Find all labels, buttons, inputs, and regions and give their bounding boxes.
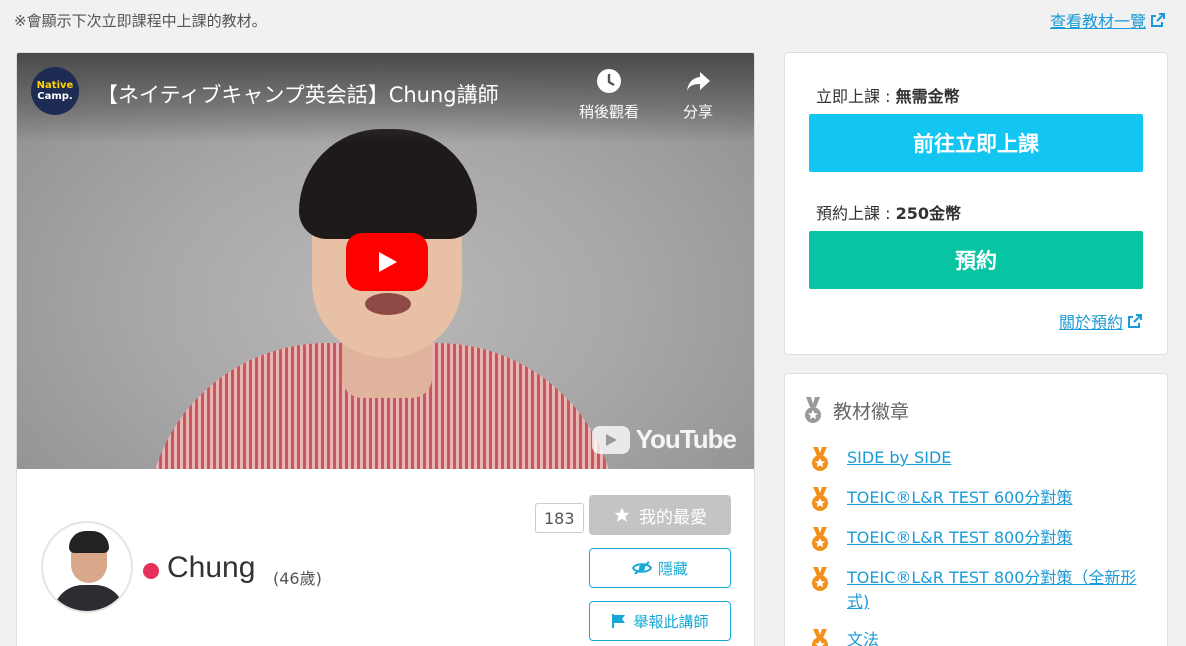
- list-item: TOEIC®L&R TEST 800分對策（全新形式): [809, 566, 1149, 614]
- watch-later-button[interactable]: 稍後觀看: [579, 67, 639, 122]
- about-reservation-label: 關於預約: [1058, 313, 1123, 332]
- youtube-wordmark: YouTube: [635, 424, 737, 454]
- video-person-hair: [299, 129, 477, 239]
- report-label: 舉報此講師: [633, 612, 709, 631]
- list-item: TOEIC®L&R TEST 800分對策: [809, 526, 1149, 552]
- watch-later-label: 稍後觀看: [579, 103, 640, 121]
- external-link-icon: [1151, 13, 1165, 27]
- favorite-button[interactable]: 我的最愛: [589, 495, 731, 535]
- badge-medal-icon: [812, 567, 828, 591]
- badge-medal-icon: [805, 397, 821, 423]
- youtube-logo[interactable]: YouTube: [591, 424, 737, 455]
- share-button[interactable]: 分享: [683, 67, 713, 122]
- instant-lesson-price: 立即上課 : 無需金幣: [816, 87, 960, 106]
- badge-medal-icon: [812, 629, 828, 646]
- channel-logo[interactable]: Native Camp.: [31, 67, 79, 115]
- material-badges-card: 教材徽章 SIDE by SIDE TOEIC®L&R TEST 600分對策 …: [784, 373, 1168, 646]
- eye-slash-icon: [631, 561, 652, 575]
- external-link-icon: [1128, 314, 1142, 328]
- badges-title: 教材徽章: [833, 400, 910, 423]
- teacher-profile: Chung (46歲) 183 我的最愛 隱藏 舉報此講師: [17, 469, 754, 646]
- favorite-count: 183: [535, 503, 584, 533]
- teacher-avatar[interactable]: [41, 521, 133, 613]
- teacher-card: Native Camp. 【ネイティブキャンプ英会話】Chung講師 稍後觀看 …: [16, 52, 755, 646]
- intro-video[interactable]: Native Camp. 【ネイティブキャンプ英会話】Chung講師 稍後觀看 …: [17, 53, 754, 469]
- about-reservation-link[interactable]: 關於預約: [1059, 309, 1143, 333]
- badge-medal-icon: [812, 447, 828, 471]
- badge-medal-icon: [812, 527, 828, 551]
- badge-link[interactable]: TOEIC®L&R TEST 800分對策（全新形式): [847, 566, 1149, 614]
- share-arrow-icon: [687, 72, 710, 91]
- badges-header: 教材徽章: [803, 396, 909, 424]
- list-item: 文法: [809, 628, 1149, 646]
- materials-notice: ※會顯示下次立即課程中上課的教材。: [14, 12, 267, 30]
- badge-link[interactable]: SIDE by SIDE: [847, 446, 951, 470]
- booking-card: 立即上課 : 無需金幣 前往立即上課 預約上課 : 250金幣 預約 關於預約: [784, 52, 1168, 355]
- instant-lesson-button[interactable]: 前往立即上課: [809, 114, 1143, 172]
- badge-link[interactable]: TOEIC®L&R TEST 600分對策: [847, 486, 1072, 510]
- badge-list: SIDE by SIDE TOEIC®L&R TEST 600分對策 TOEIC…: [809, 446, 1149, 646]
- online-status-dot: [143, 563, 159, 579]
- video-person-mouth: [365, 293, 411, 315]
- hide-label: 隱藏: [657, 559, 688, 578]
- youtube-play-icon: [591, 425, 630, 454]
- badge-link[interactable]: TOEIC®L&R TEST 800分對策: [847, 526, 1072, 550]
- reserve-button[interactable]: 預約: [809, 231, 1143, 289]
- favorite-label: 我的最愛: [639, 507, 707, 528]
- badge-link[interactable]: 文法: [847, 628, 879, 646]
- list-item: SIDE by SIDE: [809, 446, 1149, 472]
- badge-medal-icon: [812, 487, 828, 511]
- reserve-lesson-price: 預約上課 : 250金幣: [816, 204, 961, 223]
- play-icon: [379, 252, 397, 272]
- view-materials-label: 查看教材一覽: [1049, 12, 1146, 31]
- list-item: TOEIC®L&R TEST 600分對策: [809, 486, 1149, 512]
- teacher-name: Chung: [167, 551, 256, 584]
- clock-icon: [597, 69, 621, 93]
- hide-button[interactable]: 隱藏: [589, 548, 731, 588]
- view-materials-link[interactable]: 查看教材一覽: [1050, 8, 1166, 32]
- teacher-age: (46歲): [273, 569, 322, 588]
- star-icon: [614, 507, 630, 522]
- play-button[interactable]: [346, 233, 428, 291]
- flag-icon: [612, 614, 626, 628]
- video-title[interactable]: 【ネイティブキャンプ英会話】Chung講師: [97, 79, 499, 109]
- report-teacher-button[interactable]: 舉報此講師: [589, 601, 731, 641]
- share-label: 分享: [683, 103, 714, 121]
